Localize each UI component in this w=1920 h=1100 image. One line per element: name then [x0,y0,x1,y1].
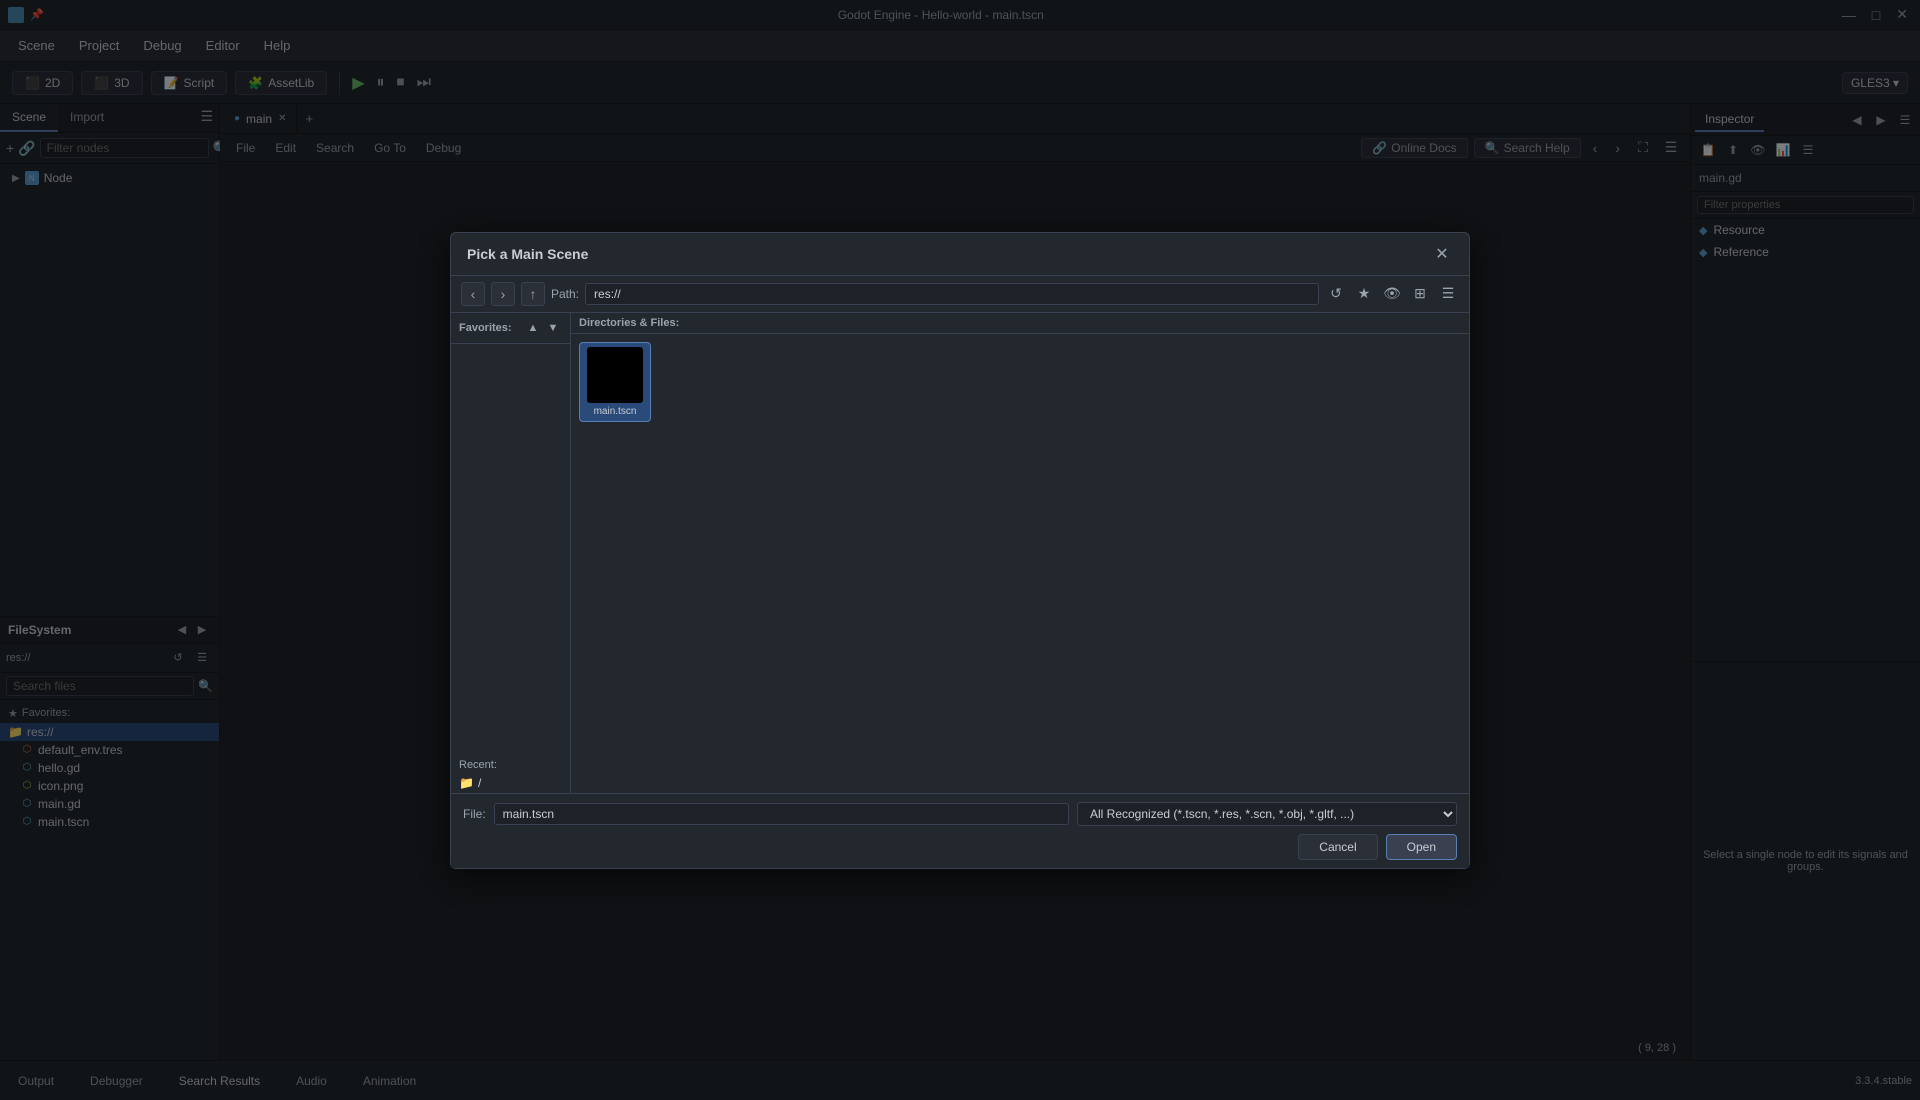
dialog-header: Pick a Main Scene ✕ [451,233,1469,276]
open-button[interactable]: Open [1386,834,1457,860]
dialog-body: Favorites: ▲ ▼ Recent: 📁 / Directories [451,313,1469,793]
dialog-right-panel: Directories & Files: main.tscn [571,313,1469,793]
favorites-area [451,344,570,753]
recent-item-root[interactable]: 📁 / [451,773,570,793]
dialog-back-button[interactable]: ‹ [461,282,485,306]
path-input[interactable] [585,283,1319,305]
dialog-footer: File: All Recognized (*.tscn, *.res, *.s… [451,793,1469,868]
dialog-grid-view-button[interactable]: ⊞ [1409,283,1431,305]
add-favorite-button[interactable]: ▲ [524,319,542,337]
file-input-row: File: All Recognized (*.tscn, *.res, *.s… [463,802,1457,826]
file-label: File: [463,807,486,821]
recent-path: / [478,776,481,790]
file-thumbnail [587,347,643,403]
recent-header: Recent: [451,753,570,773]
pick-scene-dialog: Pick a Main Scene ✕ ‹ › ↑ Path: ↺ ★ 👁 ⊞ … [450,232,1470,869]
dialog-overlay: Pick a Main Scene ✕ ‹ › ↑ Path: ↺ ★ 👁 ⊞ … [0,0,1920,1100]
path-label: Path: [551,287,579,301]
dialog-up-button[interactable]: ↑ [521,282,545,306]
file-name-input[interactable] [494,803,1069,825]
file-thumb-label: main.tscn [594,406,637,417]
file-thumb-main-tscn[interactable]: main.tscn [579,342,651,422]
dialog-list-view-button[interactable]: ☰ [1437,283,1459,305]
dialog-nav: ‹ › ↑ Path: ↺ ★ 👁 ⊞ ☰ [451,276,1469,313]
dialog-bookmark-button[interactable]: ★ [1353,283,1375,305]
dialog-left-panel: Favorites: ▲ ▼ Recent: 📁 / [451,313,571,793]
folder-icon: 📁 [459,776,474,790]
favorites-header: Favorites: ▲ ▼ [451,313,570,344]
dialog-close-button[interactable]: ✕ [1431,243,1453,265]
cancel-button[interactable]: Cancel [1298,834,1377,860]
dialog-title: Pick a Main Scene [467,246,588,262]
remove-favorite-button[interactable]: ▼ [544,319,562,337]
files-area: main.tscn [571,334,1469,793]
dirs-files-header: Directories & Files: [571,313,1469,334]
dialog-buttons: Cancel Open [463,834,1457,860]
dialog-refresh-button[interactable]: ↺ [1325,283,1347,305]
dialog-forward-button[interactable]: › [491,282,515,306]
dialog-toggle-hidden-button[interactable]: 👁 [1381,283,1403,305]
file-type-select[interactable]: All Recognized (*.tscn, *.res, *.scn, *.… [1077,802,1457,826]
